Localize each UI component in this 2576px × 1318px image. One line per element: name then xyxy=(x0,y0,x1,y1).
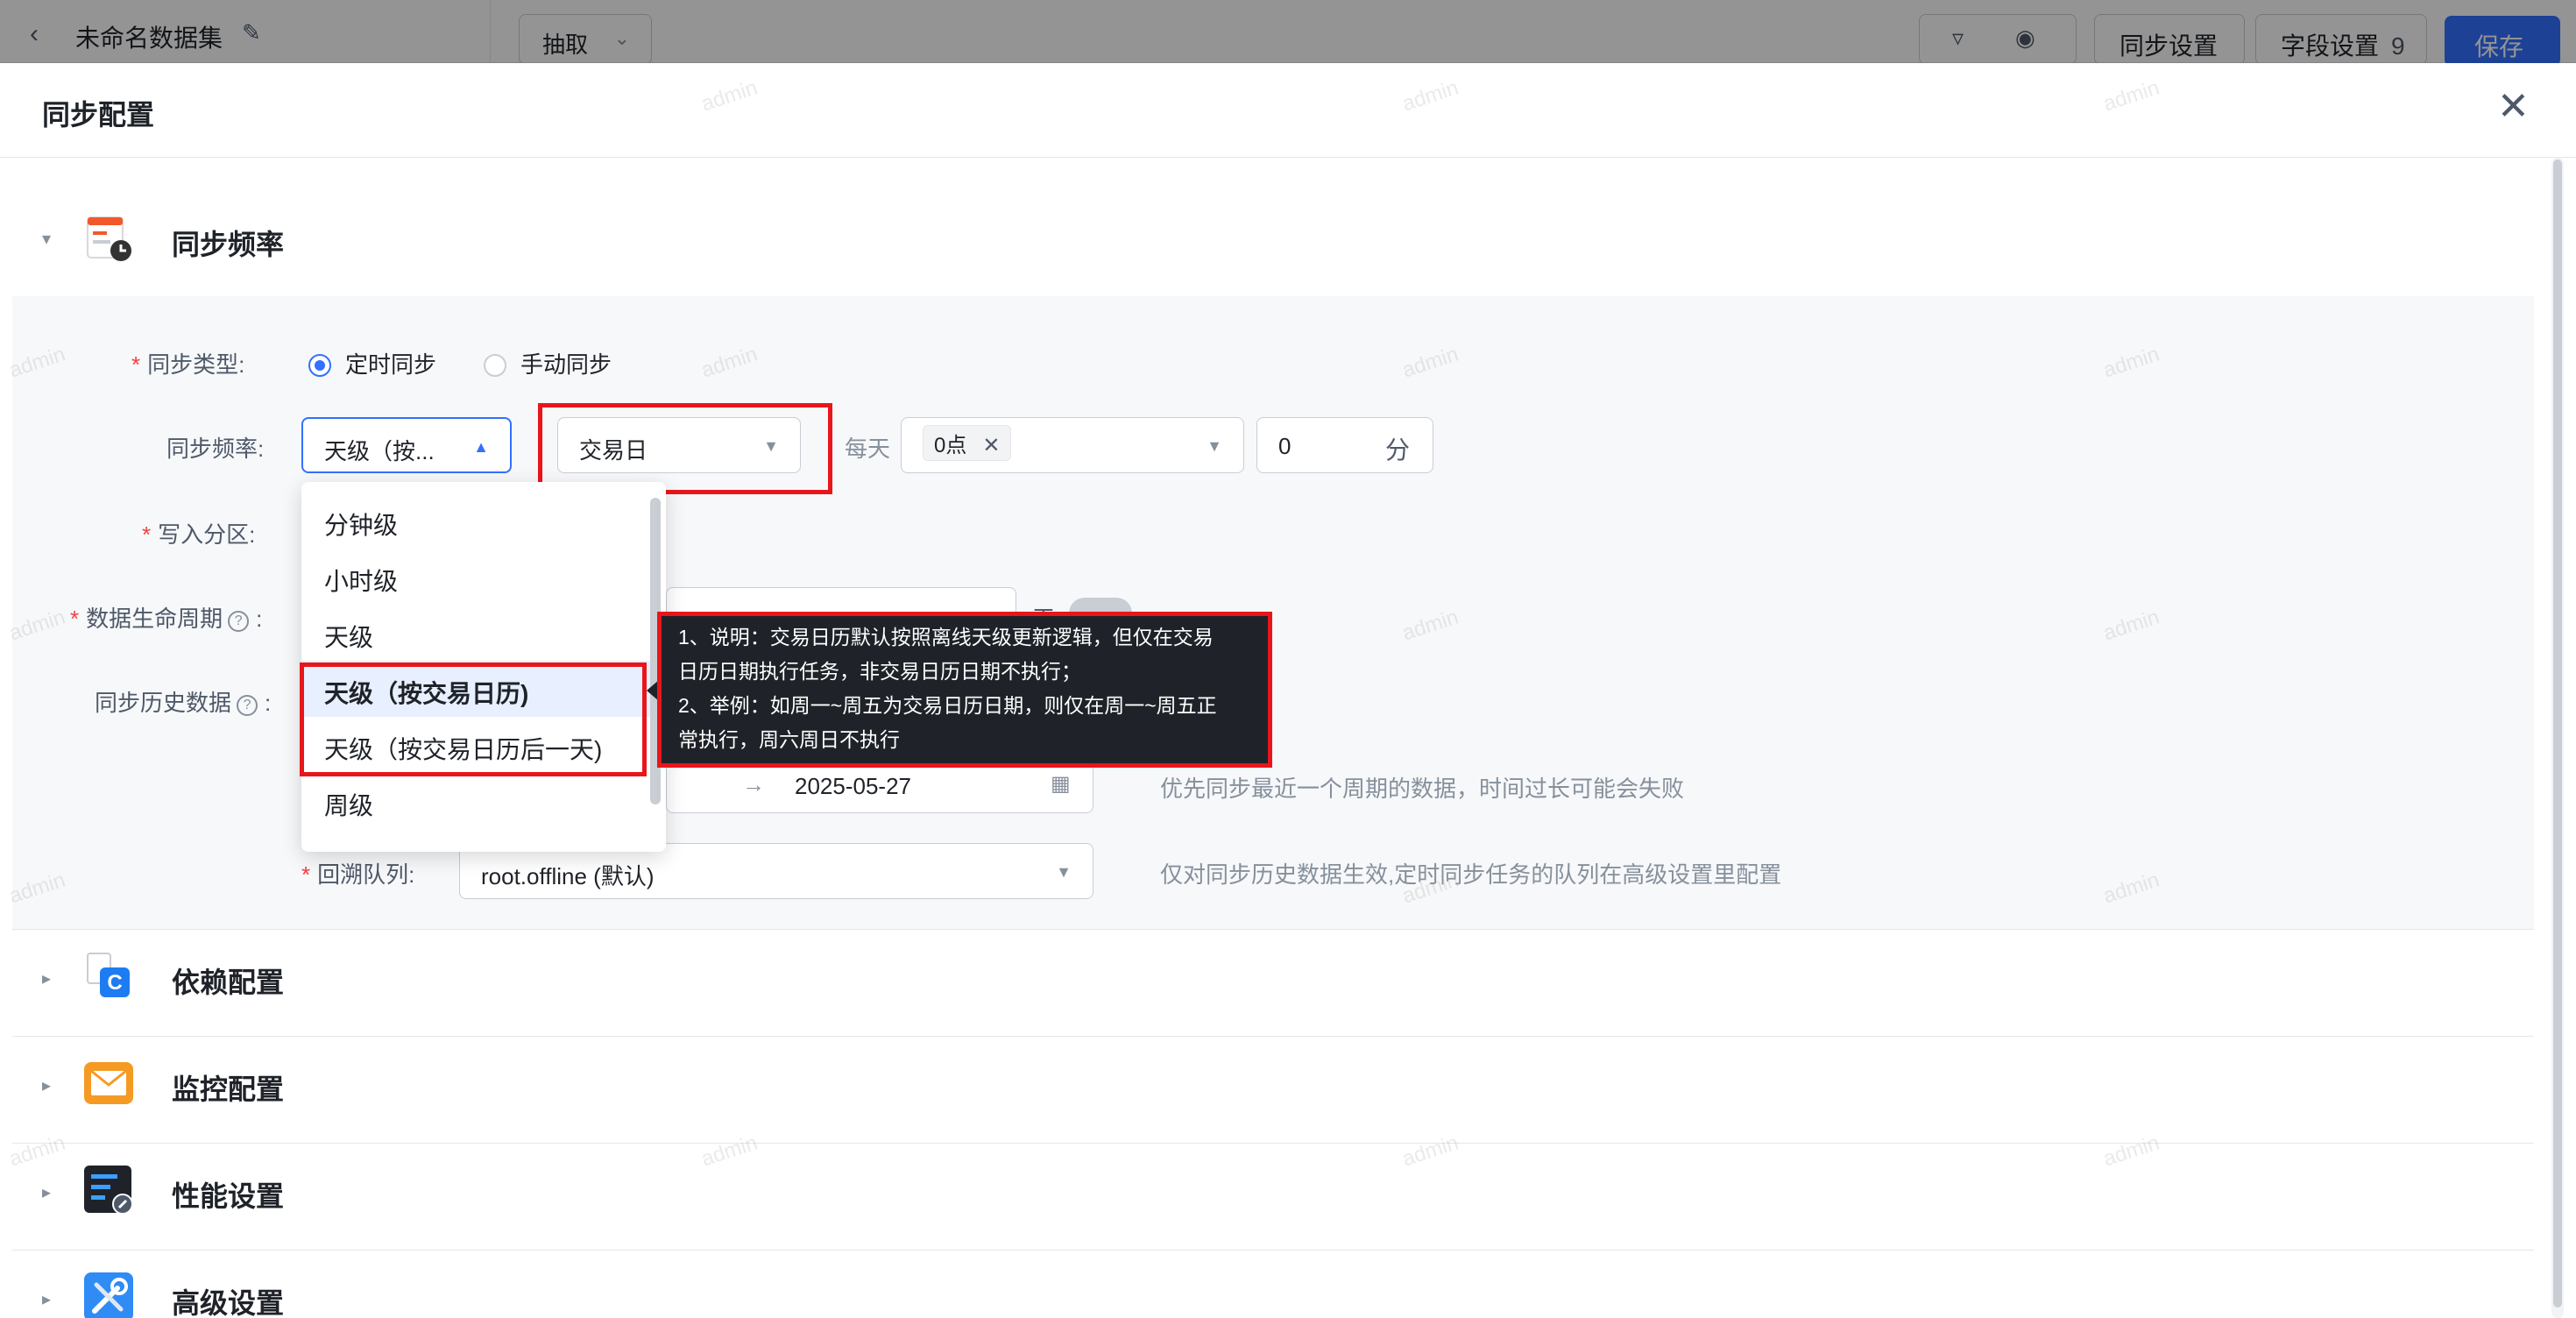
section-performance[interactable]: ▸ 性能设置 xyxy=(0,1143,2541,1248)
highlight-trade-calendar-options xyxy=(300,663,647,776)
option-minute[interactable]: 分钟级 xyxy=(301,492,652,549)
caret-right-icon[interactable]: ▸ xyxy=(42,967,51,989)
caret-down-icon[interactable]: ▾ xyxy=(42,228,51,250)
section-advanced[interactable]: ▸ 高级设置 xyxy=(0,1250,2541,1318)
caret-up-icon: ▲ xyxy=(473,438,489,456)
mail-icon xyxy=(82,1057,135,1109)
help-icon[interactable]: ? xyxy=(237,695,258,716)
frequency-label: 同步频率: xyxy=(166,436,265,462)
highlight-tooltip xyxy=(657,612,1272,768)
backfill-label: * 回溯队列: xyxy=(301,861,415,888)
radio-dot-checked[interactable] xyxy=(308,354,331,377)
dependency-c-icon: C xyxy=(82,950,135,1003)
backfill-value: root.offline (默认) xyxy=(481,863,655,889)
scrollbar-thumb[interactable] xyxy=(2553,159,2562,1307)
history-hint: 优先同步最近一个周期的数据，时间过长可能会失败 xyxy=(1160,776,1685,802)
minute-value: 0 xyxy=(1278,433,1292,459)
minute-input[interactable]: 0 分 xyxy=(1256,417,1433,473)
section-title-monitor: 监控配置 xyxy=(172,1074,285,1105)
radio-scheduled-sync[interactable]: 定时同步 xyxy=(308,347,436,379)
hour-tag: 0点 ✕ xyxy=(923,425,1012,461)
help-icon[interactable]: ? xyxy=(228,611,250,632)
frequency-select[interactable]: 天级（按... ▲ xyxy=(301,417,512,473)
caret-right-icon[interactable]: ▸ xyxy=(42,1181,51,1203)
frequency-value: 天级（按... xyxy=(324,438,435,464)
radio-dot[interactable] xyxy=(484,354,506,377)
calendar-clock-icon xyxy=(82,212,135,265)
drawer-title: 同步配置 xyxy=(42,99,155,131)
sync-type-label: * 同步类型: xyxy=(131,351,245,378)
minute-unit: 分 xyxy=(1384,436,1410,464)
drawer-scrollbar[interactable] xyxy=(2551,158,2564,1318)
hour-select[interactable]: 0点 ✕ ▼ xyxy=(901,417,1244,473)
caret-down-icon: ▼ xyxy=(1207,437,1222,455)
option-day[interactable]: 天级 xyxy=(301,605,652,661)
section-title-advanced: 高级设置 xyxy=(172,1287,285,1318)
every-day-label: 每天 xyxy=(845,436,891,462)
performance-icon xyxy=(82,1164,135,1216)
tag-close-icon[interactable]: ✕ xyxy=(982,434,1000,457)
caret-right-icon[interactable]: ▸ xyxy=(42,1288,51,1310)
highlight-trade-day xyxy=(538,403,832,494)
section-title-performance: 性能设置 xyxy=(172,1180,285,1212)
section-title-sync-frequency: 同步频率 xyxy=(172,229,285,260)
option-week[interactable]: 周级 xyxy=(301,773,652,829)
lifecycle-label: * 数据生命周期?: xyxy=(70,606,263,632)
section-sync-frequency[interactable]: ▾ 同步频率 xyxy=(0,191,2541,296)
write-partition-label: * 写入分区: xyxy=(142,521,256,548)
radio-manual-sync[interactable]: 手动同步 xyxy=(484,347,612,379)
section-title-dependency: 依赖配置 xyxy=(172,967,285,998)
arrow-right-icon: → xyxy=(742,771,765,797)
close-icon[interactable]: ✕ xyxy=(2497,88,2530,126)
backfill-hint: 仅对同步历史数据生效,定时同步任务的队列在高级设置里配置 xyxy=(1160,861,1782,888)
modal-mask[interactable] xyxy=(0,0,2576,63)
drawer-header: 同步配置 ✕ xyxy=(0,63,2576,158)
option-hour[interactable]: 小时级 xyxy=(301,549,652,605)
caret-down-icon: ▼ xyxy=(1056,863,1072,881)
section-monitor[interactable]: ▸ 监控配置 xyxy=(0,1036,2541,1141)
end-date: 2025-05-27 xyxy=(795,773,911,799)
section-dependency[interactable]: ▸ C 依赖配置 xyxy=(0,929,2541,1034)
tools-icon xyxy=(82,1271,135,1318)
calendar-icon[interactable]: ▦ xyxy=(1051,771,1071,797)
history-label: 同步历史数据?: xyxy=(95,690,272,716)
svg-text:C: C xyxy=(107,971,122,995)
caret-right-icon[interactable]: ▸ xyxy=(42,1074,51,1096)
